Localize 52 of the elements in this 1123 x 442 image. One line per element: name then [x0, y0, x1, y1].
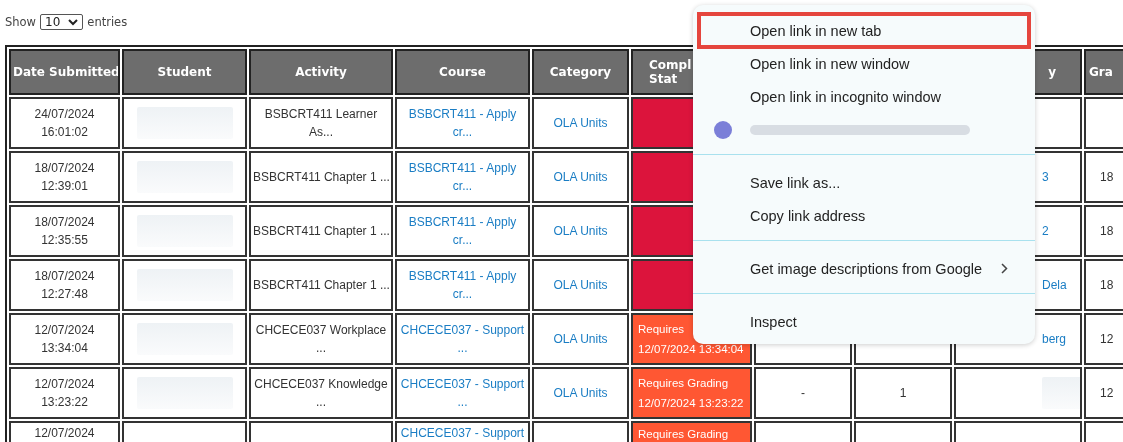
course-link[interactable]: BSBCRT411 - Apply cr...	[395, 97, 530, 149]
course-link[interactable]: BSBCRT411 - Apply cr...	[395, 151, 530, 203]
activity-cell: BSBCRT411 Chapter 1 ...	[249, 205, 393, 257]
status-cell: Requires Grading 12/07/2024 13:23:22	[631, 367, 752, 419]
chevron-right-icon	[1001, 263, 1008, 274]
table-cell: 18	[1084, 151, 1123, 203]
category-link[interactable]: OLA Units	[532, 205, 629, 257]
activity-cell: CHCECE037 Knowledge ...	[249, 367, 393, 419]
chevron-down-icon	[68, 18, 79, 26]
grader-link[interactable]	[954, 367, 1082, 419]
avatar-icon	[714, 120, 732, 139]
course-link[interactable]: CHCECE037 - Support ...	[395, 367, 530, 419]
menu-item[interactable]: Copy link address	[693, 199, 1035, 232]
activity-cell: BSBCRT411 Chapter 1 ...	[249, 151, 393, 203]
activity-cell: BSBCRT411 Chapter 1 ...	[249, 259, 393, 311]
menu-item[interactable]: Get image descriptions from Google	[693, 252, 1035, 285]
table-cell: 18	[1084, 205, 1123, 257]
entries-label: entries	[87, 15, 128, 29]
category-link[interactable]: OLA Units	[532, 367, 629, 419]
course-link[interactable]: CHCECE037 - Support	[395, 421, 530, 442]
date-cell: 18/07/2024 12:39:01	[9, 151, 120, 203]
menu-item[interactable]: Open link in new tab	[697, 12, 1031, 49]
table-cell: 18	[1084, 259, 1123, 311]
table-cell: -	[754, 367, 852, 419]
entries-select[interactable]: 10	[40, 14, 84, 30]
column-header[interactable]: Activity	[249, 49, 393, 95]
date-cell: 12/07/2024	[9, 421, 120, 442]
category-link[interactable]: OLA Units	[532, 97, 629, 149]
date-cell: 18/07/2024 12:27:48	[9, 259, 120, 311]
category-link[interactable]: OLA Units	[532, 259, 629, 311]
course-link[interactable]: BSBCRT411 - Apply cr...	[395, 259, 530, 311]
date-cell: 18/07/2024 12:35:55	[9, 205, 120, 257]
category-link[interactable]: OLA Units	[532, 313, 629, 365]
column-header[interactable]: Gra	[1084, 49, 1123, 95]
table-cell: 12	[1084, 367, 1123, 419]
date-cell: 12/07/2024 13:34:04	[9, 313, 120, 365]
date-cell: 12/07/2024 13:23:22	[9, 367, 120, 419]
activity-cell: CHCECE037 Workplace ...	[249, 313, 393, 365]
table-cell: 1	[854, 367, 952, 419]
column-header[interactable]: Date Submitted	[9, 49, 120, 95]
column-header[interactable]: Course	[395, 49, 530, 95]
course-link[interactable]: BSBCRT411 - Apply cr...	[395, 205, 530, 257]
course-link[interactable]: CHCECE037 - Support ...	[395, 313, 530, 365]
column-header[interactable]: Category	[532, 49, 629, 95]
category-link[interactable]: OLA Units	[532, 151, 629, 203]
table-cell: 12	[1084, 313, 1123, 365]
column-header[interactable]: Student	[122, 49, 247, 95]
activity-cell: BSBCRT411 Learner As...	[249, 97, 393, 149]
menu-item[interactable]: Save link as...	[693, 166, 1035, 199]
show-label: Show	[5, 15, 37, 29]
status-cell: Requires Grading	[631, 421, 752, 442]
date-cell: 24/07/2024 16:01:02	[9, 97, 120, 149]
